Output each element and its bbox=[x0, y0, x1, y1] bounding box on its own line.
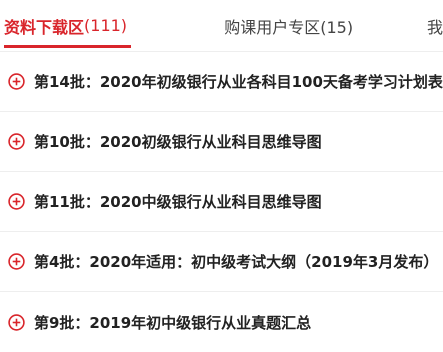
tab-bar: 资料下载区 (111) 购课用户专区(15) 我 bbox=[0, 0, 443, 52]
plus-circle-icon[interactable] bbox=[8, 73, 25, 90]
plus-circle-icon[interactable] bbox=[8, 193, 25, 210]
list-item[interactable]: 第10批：2020初级银行从业科目思维导图 bbox=[0, 112, 443, 172]
download-list: 第14批：2020年初级银行从业各科目100天备考学习计划表 第10批：2020… bbox=[0, 52, 443, 352]
list-item-label: 第10批：2020初级银行从业科目思维导图 bbox=[34, 133, 322, 151]
list-item[interactable]: 第14批：2020年初级银行从业各科目100天备考学习计划表 bbox=[0, 52, 443, 112]
active-tab-indicator bbox=[4, 45, 131, 48]
tab-downloads-count: (111) bbox=[84, 16, 128, 35]
plus-circle-icon[interactable] bbox=[8, 253, 25, 270]
tab-mine[interactable]: 我 bbox=[407, 0, 443, 51]
list-item[interactable]: 第9批：2019年初中级银行从业真题汇总 bbox=[0, 292, 443, 352]
list-item[interactable]: 第4批：2020年适用：初中级考试大纲（2019年3月发布） bbox=[0, 232, 443, 292]
list-item-label: 第9批：2019年初中级银行从业真题汇总 bbox=[34, 313, 312, 332]
list-item-label: 第4批：2020年适用：初中级考试大纲（2019年3月发布） bbox=[34, 253, 439, 271]
plus-circle-icon[interactable] bbox=[8, 313, 25, 331]
tab-purchased-users-label: 购课用户专区(15) bbox=[224, 17, 354, 37]
tab-downloads-label: 资料下载区 bbox=[4, 17, 85, 37]
tab-downloads[interactable]: 资料下载区 (111) bbox=[0, 0, 148, 51]
plus-circle-icon[interactable] bbox=[8, 133, 25, 150]
tab-purchased-users[interactable]: 购课用户专区(15) bbox=[148, 0, 407, 51]
list-item-label: 第14批：2020年初级银行从业各科目100天备考学习计划表 bbox=[34, 73, 443, 91]
tab-mine-label: 我 bbox=[426, 17, 443, 37]
list-item-label: 第11批：2020中级银行从业科目思维导图 bbox=[34, 193, 322, 211]
list-item[interactable]: 第11批：2020中级银行从业科目思维导图 bbox=[0, 172, 443, 232]
